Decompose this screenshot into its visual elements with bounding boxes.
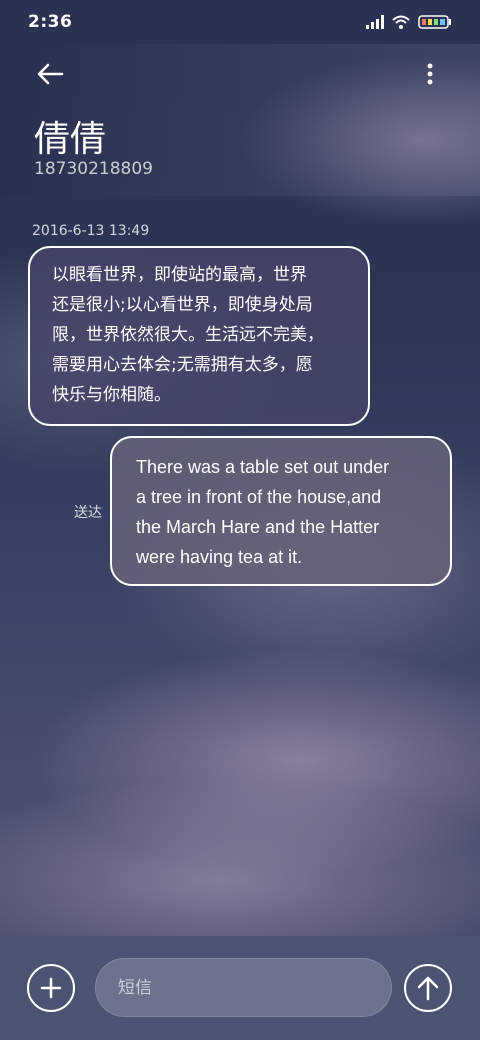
message-line: the March Hare and the Hatter bbox=[136, 517, 380, 537]
wifi-icon bbox=[392, 15, 410, 29]
contact-number: 18730218809 bbox=[34, 159, 153, 179]
message-input[interactable] bbox=[95, 958, 392, 1017]
composer-bar bbox=[0, 936, 480, 1040]
message-line: 以眼看世界，即使站的最高，世界 bbox=[52, 265, 307, 285]
more-vertical-icon bbox=[427, 63, 433, 85]
battery-icon bbox=[418, 15, 451, 29]
signal-icon bbox=[366, 15, 384, 29]
status-bar: 2:36 bbox=[0, 0, 480, 44]
delivery-status: 送达 bbox=[74, 505, 102, 521]
message-line: 还是很小;以心看世界，即使身处局 bbox=[52, 295, 313, 315]
contact-name: 倩倩 bbox=[34, 119, 107, 160]
arrow-left-icon bbox=[37, 63, 64, 85]
message-timestamp: 2016-6-13 13:49 bbox=[32, 223, 150, 239]
outgoing-message-bubble[interactable]: There was a table set out under a tree i… bbox=[110, 436, 452, 586]
message-line: There was a table set out under bbox=[136, 457, 390, 477]
conversation-header: 倩倩 18730218809 bbox=[0, 44, 480, 196]
arrow-up-icon bbox=[417, 976, 439, 1001]
message-line: 快乐与你相随。 bbox=[52, 385, 171, 405]
plus-icon bbox=[40, 977, 62, 999]
add-attachment-button[interactable] bbox=[27, 964, 75, 1012]
message-line: 限，世界依然很大。生活远不完美， bbox=[52, 325, 324, 345]
more-options-button[interactable] bbox=[410, 54, 450, 94]
status-icons bbox=[366, 14, 452, 30]
incoming-message-bubble[interactable]: 以眼看世界，即使站的最高，世界 还是很小;以心看世界，即使身处局 限，世界依然很… bbox=[28, 246, 370, 426]
back-button[interactable] bbox=[30, 54, 70, 94]
message-line: 需要用心去体会;无需拥有太多，愿 bbox=[52, 355, 313, 375]
message-line: were having tea at it. bbox=[136, 547, 303, 567]
status-time: 2:36 bbox=[28, 12, 73, 32]
send-button[interactable] bbox=[404, 964, 452, 1012]
message-line: a tree in front of the house,and bbox=[136, 487, 382, 507]
